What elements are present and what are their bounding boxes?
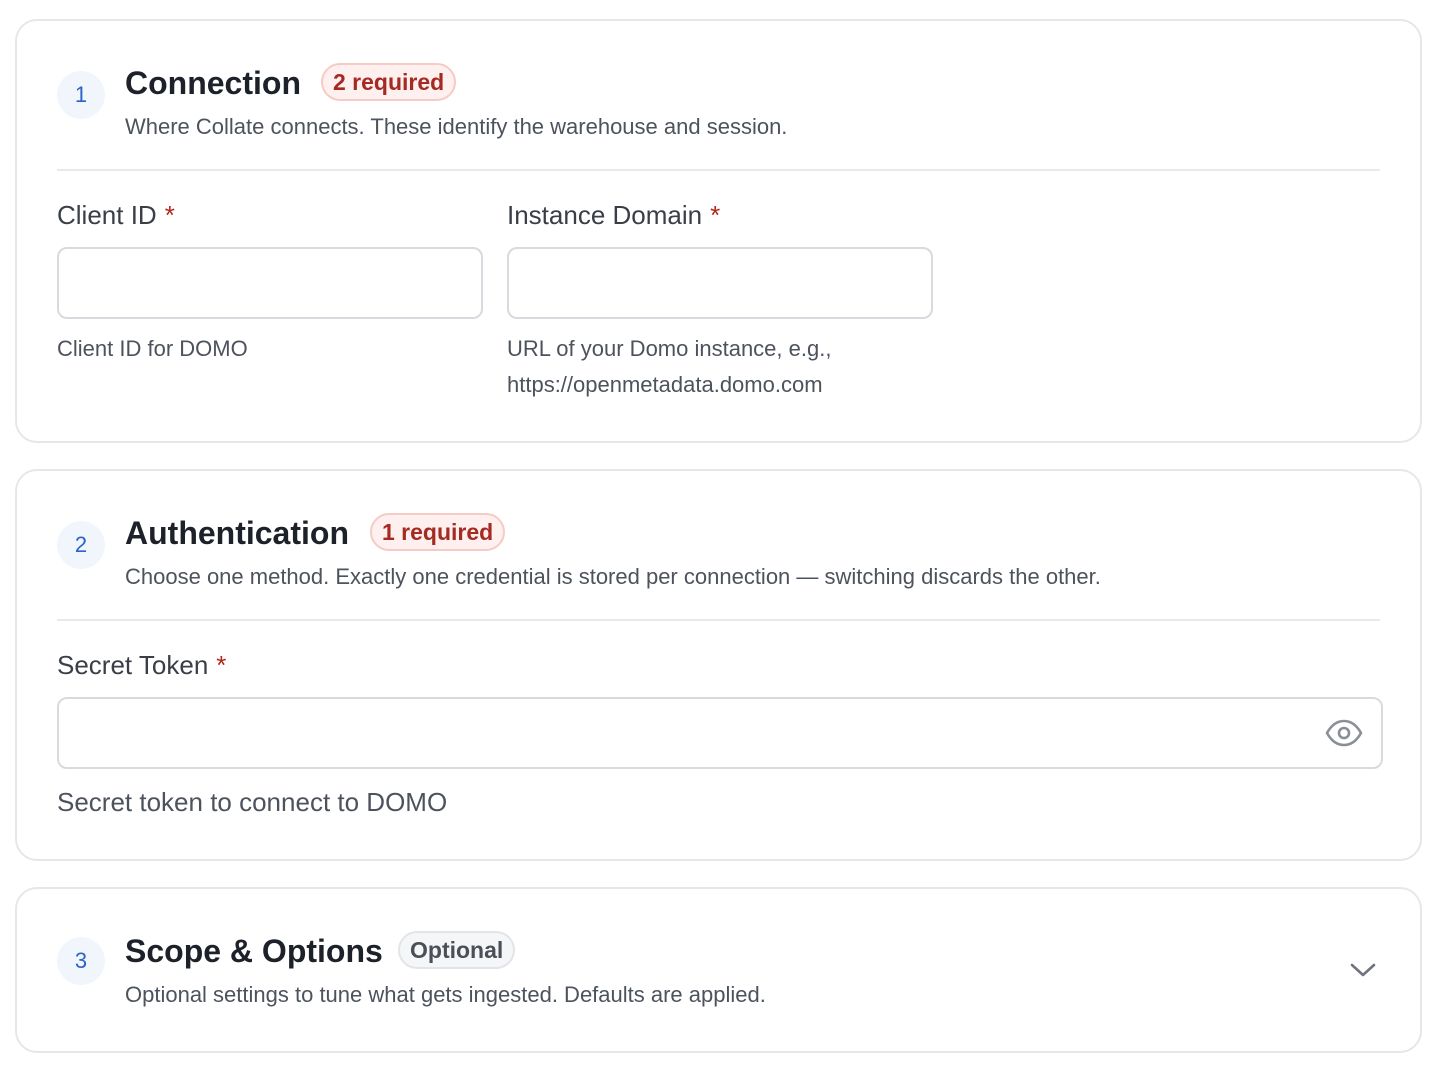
secret-token-label: Secret Token * xyxy=(57,650,227,680)
optional-badge: Optional xyxy=(398,931,516,969)
section-title-authentication: Authentication xyxy=(125,515,349,551)
section-description: Where Collate connects. These identify t… xyxy=(125,114,788,139)
client-id-label: Client ID * xyxy=(57,200,175,230)
instance-domain-help: URL of your Domo instance, e.g., https:/… xyxy=(507,336,832,397)
step-number-3: 3 xyxy=(57,937,105,985)
chevron-down-icon[interactable] xyxy=(1348,955,1378,985)
required-star: * xyxy=(216,650,227,680)
section-title-connection: Connection xyxy=(125,65,301,101)
instance-domain-label: Instance Domain * xyxy=(507,200,721,230)
client-id-input[interactable] xyxy=(57,247,483,319)
section-divider xyxy=(57,169,1380,171)
instance-domain-input[interactable] xyxy=(507,247,933,319)
section-description: Choose one method. Exactly one credentia… xyxy=(125,564,1101,589)
scope-options-section[interactable]: 3 Scope & Options Optional Optional sett… xyxy=(15,887,1422,1053)
secret-token-input[interactable] xyxy=(57,697,1383,769)
section-divider xyxy=(57,619,1380,621)
required-badge: 1 required xyxy=(370,513,506,551)
section-title-scope-options: Scope & Options xyxy=(125,933,383,969)
authentication-section: 2 Authentication 1 required Choose one m… xyxy=(15,469,1422,861)
connection-section: 1 Connection 2 required Where Collate co… xyxy=(15,19,1422,443)
client-id-help: Client ID for DOMO xyxy=(57,336,248,361)
required-badge: 2 required xyxy=(321,63,457,101)
eye-icon[interactable] xyxy=(1325,715,1363,751)
secret-token-field xyxy=(57,697,1383,769)
step-number-1: 1 xyxy=(57,71,105,119)
step-number-2: 2 xyxy=(57,521,105,569)
required-star: * xyxy=(164,200,175,230)
secret-token-help: Secret token to connect to DOMO xyxy=(57,787,448,817)
section-description: Optional settings to tune what gets inge… xyxy=(125,982,766,1007)
required-star: * xyxy=(710,200,721,230)
